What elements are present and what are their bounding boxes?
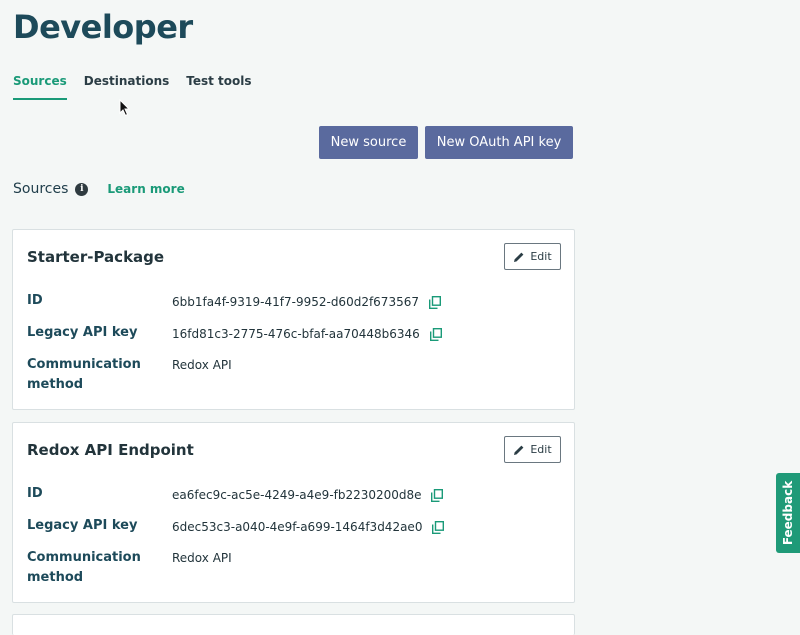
feedback-tab[interactable]: Feedback bbox=[776, 473, 800, 553]
edit-label: Edit bbox=[530, 443, 552, 456]
section-title: Sources bbox=[13, 181, 69, 197]
copy-icon[interactable] bbox=[431, 489, 444, 502]
legacy-api-key-label: Legacy API key bbox=[27, 325, 138, 340]
info-icon[interactable]: i bbox=[75, 182, 89, 196]
id-value: ea6fec9c-ac5e-4249-a4e9-fb2230200d8e bbox=[172, 485, 444, 505]
page-title: Developer bbox=[13, 8, 193, 46]
edit-button[interactable]: Edit bbox=[504, 436, 561, 463]
edit-label: Edit bbox=[530, 250, 552, 263]
id-label: ID bbox=[27, 293, 43, 308]
copy-icon[interactable] bbox=[429, 328, 442, 341]
sources-section-header: Sources i Learn more bbox=[13, 181, 185, 197]
id-value-text: 6bb1fa4f-9319-41f7-9952-d60d2f673567 bbox=[172, 295, 419, 309]
mouse-cursor-icon bbox=[119, 99, 131, 117]
learn-more-link[interactable]: Learn more bbox=[107, 182, 184, 196]
source-card-title: Redox API Endpoint bbox=[27, 441, 194, 459]
legacy-api-key-label: Legacy API key bbox=[27, 518, 138, 533]
feedback-label: Feedback bbox=[781, 480, 796, 546]
communication-method-value: Redox API bbox=[172, 358, 232, 372]
copy-icon[interactable] bbox=[432, 521, 445, 534]
copy-icon[interactable] bbox=[428, 296, 441, 309]
communication-method-value: Redox API bbox=[172, 551, 232, 565]
edit-button[interactable]: Edit bbox=[504, 243, 561, 270]
tab-sources[interactable]: Sources bbox=[13, 74, 67, 100]
tab-test-tools[interactable]: Test tools bbox=[186, 74, 251, 98]
legacy-api-key-text: 16fd81c3-2775-476c-bfaf-aa70448b6346 bbox=[172, 327, 420, 341]
communication-method-label: Communication method bbox=[27, 357, 141, 392]
new-oauth-api-key-button[interactable]: New OAuth API key bbox=[425, 126, 573, 159]
source-card-title: Starter-Package bbox=[27, 248, 165, 266]
communication-method-label: Communication method bbox=[27, 550, 141, 585]
source-card: Starter-Package Edit ID 6bb1fa4f-9319-41… bbox=[12, 229, 575, 410]
source-card: Redox API Endpoint Edit ID ea6fec9c-ac5e… bbox=[12, 422, 575, 603]
tab-destinations[interactable]: Destinations bbox=[84, 74, 170, 98]
id-label: ID bbox=[27, 486, 43, 501]
id-value: 6bb1fa4f-9319-41f7-9952-d60d2f673567 bbox=[172, 292, 441, 312]
tab-bar: Sources Destinations Test tools bbox=[13, 74, 252, 100]
legacy-api-key-text: 6dec53c3-a040-4e9f-a699-1464f3d42ae0 bbox=[172, 520, 423, 534]
legacy-api-key-value: 6dec53c3-a040-4e9f-a699-1464f3d42ae0 bbox=[172, 517, 445, 537]
pencil-icon bbox=[514, 445, 524, 455]
pencil-icon bbox=[514, 252, 524, 262]
legacy-api-key-value: 16fd81c3-2775-476c-bfaf-aa70448b6346 bbox=[172, 324, 442, 344]
id-value-text: ea6fec9c-ac5e-4249-a4e9-fb2230200d8e bbox=[172, 488, 422, 502]
new-source-button[interactable]: New source bbox=[319, 126, 418, 159]
